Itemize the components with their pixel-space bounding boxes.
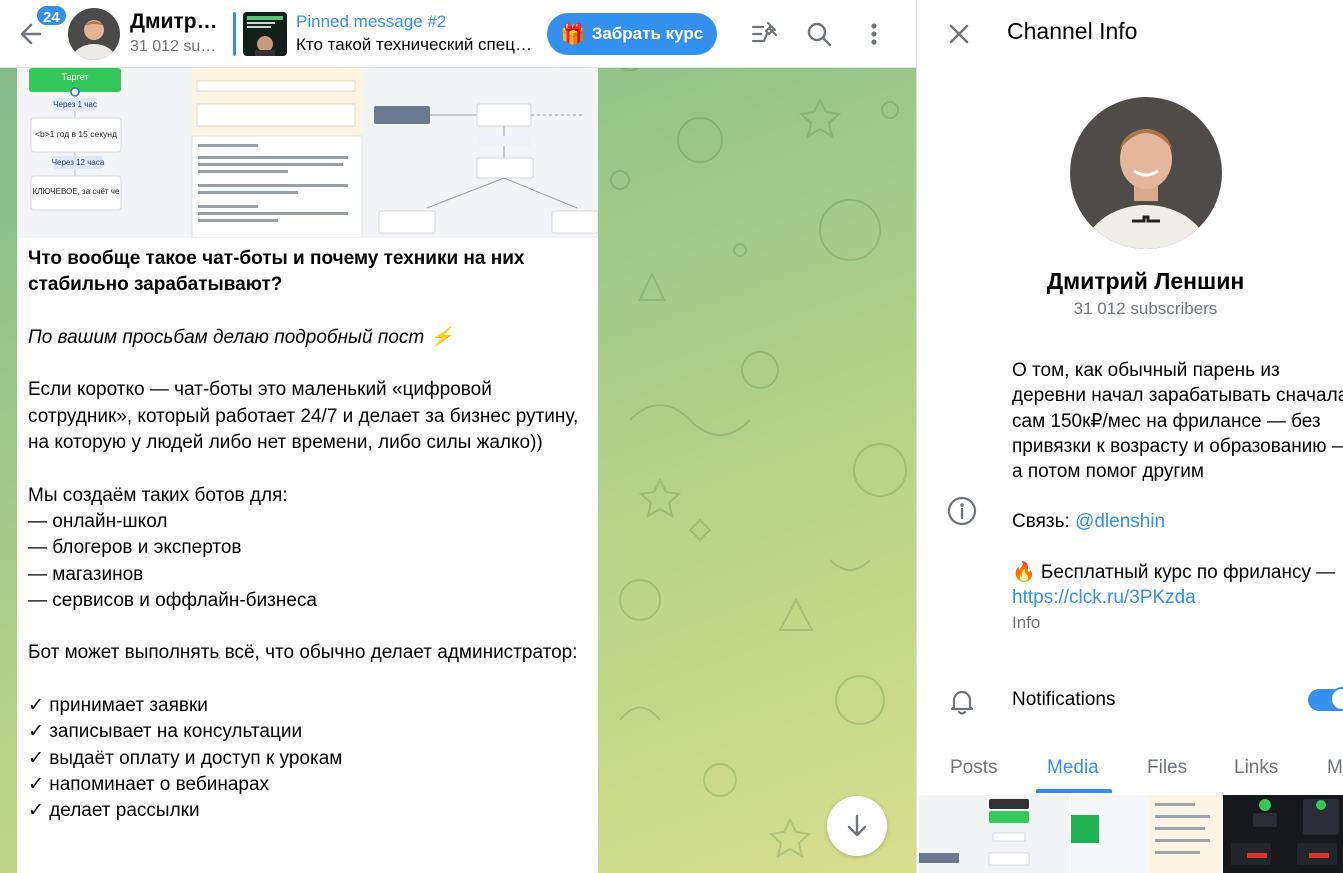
post-intro: По вашим просьбам делаю подробный пост ⚡ — [28, 326, 454, 348]
notifications-toggle[interactable] — [1308, 687, 1343, 711]
course-line: 🔥 Бесплатный курс по фрилансу — — [1012, 561, 1336, 583]
post-image-drawing — [17, 68, 598, 238]
tab-posts[interactable]: Posts — [950, 757, 998, 779]
gift-icon: 🎁 — [560, 23, 586, 46]
course-link[interactable]: https://clck.ru/3PKzda — [1012, 585, 1343, 610]
preview-node-key: КЛЮЧЕВОЕ, за счёт че — [32, 187, 120, 196]
media-tabs: Posts Media Files Links M — [917, 745, 1343, 793]
post-check-item: ✓ напоминает о вебинарах — [28, 773, 270, 795]
avatar-image — [1070, 97, 1222, 249]
contact-line: Связь: @dlenshin — [1012, 509, 1343, 534]
channel-about: О том, как обычный парень из деревни нач… — [1012, 358, 1343, 636]
chat-area: 24 Дмитр… 31 012 su… Pinned message #2 К — [0, 0, 916, 873]
chat-header: 24 Дмитр… 31 012 su… Pinned message #2 К — [0, 0, 916, 68]
channel-subscribers: 31 012 su… — [130, 38, 217, 55]
search-icon — [807, 22, 832, 47]
scroll-down-button[interactable] — [827, 796, 887, 856]
avatar-image — [68, 8, 120, 60]
panel-title: Channel Info — [1007, 18, 1138, 44]
post-image[interactable]: Таргет Через 1 час <b>1 год в 15 секунд … — [17, 68, 598, 238]
arrow-down-icon — [847, 814, 867, 837]
media-grid — [917, 795, 1343, 873]
tab-more[interactable]: M — [1327, 757, 1343, 779]
channel-info-panel: Channel Info Дмитрий Леншин 31 012 subsc… — [916, 0, 1343, 873]
contact-prefix: Связь: — [1012, 511, 1076, 533]
close-icon — [949, 24, 969, 44]
get-course-label: Забрать курс — [591, 24, 704, 43]
pinned-indicator — [233, 12, 236, 56]
tab-media[interactable]: Media — [1047, 757, 1099, 779]
bell-icon — [946, 685, 978, 717]
more-button[interactable] — [858, 18, 890, 50]
active-tab-indicator — [1036, 789, 1112, 793]
preview-wait-2: Через 12 часа — [51, 158, 105, 167]
channel-title: Дмитрий Леншин — [1046, 268, 1245, 294]
contact-link[interactable]: @dlenshin — [1075, 511, 1165, 532]
media-thumbnail[interactable] — [1223, 795, 1343, 873]
info-icon — [946, 495, 978, 527]
preview-node-target: Таргет — [61, 72, 89, 82]
pinned-title[interactable]: Pinned message #2 — [296, 12, 446, 32]
tab-files[interactable]: Files — [1147, 757, 1187, 779]
post-check-item: ✓ делает рассылки — [28, 800, 200, 822]
preview-node-year: <b>1 год в 15 секунд — [35, 129, 117, 139]
media-thumbnail[interactable] — [1071, 795, 1221, 873]
close-button[interactable] — [943, 18, 975, 50]
post-list-item: — онлайн-школ — [28, 510, 168, 532]
notifications-label: Notifications — [1012, 689, 1116, 710]
more-vertical-icon — [871, 23, 877, 45]
about-label: Info — [1012, 613, 1041, 633]
post-paragraph: Бот может выполнять всё, что обычно дела… — [28, 642, 578, 664]
about-text: О том, как обычный парень из деревни нач… — [1012, 360, 1343, 483]
preview-wait-1: Через 1 час — [53, 100, 97, 109]
post-check-item: ✓ принимает заявки — [28, 695, 208, 717]
post-paragraph: Если коротко — чат-боты это маленький «ц… — [28, 379, 579, 454]
get-course-button[interactable]: 🎁 Забрать курс — [547, 13, 717, 55]
pinned-list-button[interactable] — [748, 18, 780, 50]
post-list-item: — сервисов и оффлайн-бизнеса — [28, 589, 317, 611]
channel-name[interactable]: Дмитр… — [130, 10, 218, 34]
channel-info-avatar[interactable] — [1070, 97, 1222, 249]
channel-post: Таргет Через 1 час <b>1 год в 15 секунд … — [17, 68, 598, 873]
media-thumbnail[interactable] — [919, 795, 1069, 873]
pinned-thumbnail-image — [243, 12, 287, 56]
post-heading: Что вообще такое чат-боты и почему техни… — [28, 248, 525, 296]
post-check-item: ✓ записывает на консультации — [28, 721, 303, 743]
unread-badge: 24 — [35, 4, 68, 27]
post-list-item: — магазинов — [28, 563, 144, 585]
pinned-list-icon — [751, 21, 778, 43]
tab-links[interactable]: Links — [1234, 757, 1278, 779]
channel-avatar[interactable] — [68, 8, 120, 60]
post-list-title: Мы создаём таких ботов для: — [28, 484, 288, 506]
post-list-item: — блогеров и экспертов — [28, 537, 242, 559]
channel-subscriber-count: 31 012 subscribers — [1073, 299, 1218, 318]
search-button[interactable] — [803, 18, 835, 50]
post-text: Что вообще такое чат-боты и почему техни… — [28, 246, 588, 825]
post-check-item: ✓ выдаёт оплату и доступ к урокам — [28, 747, 343, 769]
pinned-thumbnail[interactable] — [243, 12, 287, 56]
pinned-text[interactable]: Кто такой технический спец… — [296, 35, 540, 55]
